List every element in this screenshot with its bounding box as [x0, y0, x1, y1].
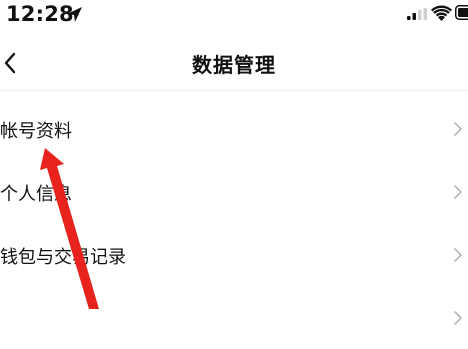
menu-item-label: 帐号资料: [0, 121, 72, 142]
chevron-right-icon: [454, 248, 462, 262]
menu-item-account-info[interactable]: 帐号资料: [0, 98, 468, 160]
location-arrow-icon: [67, 7, 82, 22]
battery-icon: [455, 5, 468, 20]
menu-item-partially-visible[interactable]: [0, 287, 468, 349]
menu-item-wallet-transactions[interactable]: 钱包与交易记录: [0, 224, 468, 286]
menu-item-label: 个人信息: [0, 184, 72, 205]
status-bar: 12:28: [0, 0, 468, 30]
wifi-icon: [431, 5, 452, 21]
menu-item-label: 钱包与交易记录: [0, 247, 126, 268]
nav-divider: [0, 90, 468, 91]
chevron-right-icon: [454, 311, 462, 325]
nav-bar: 数据管理: [0, 38, 468, 88]
chevron-right-icon: [454, 122, 462, 136]
chevron-right-icon: [454, 185, 462, 199]
menu-item-personal-info[interactable]: 个人信息: [0, 161, 468, 223]
status-time: 12:28: [6, 2, 74, 26]
page-title: 数据管理: [192, 53, 276, 77]
cellular-signal-icon: [407, 8, 427, 20]
